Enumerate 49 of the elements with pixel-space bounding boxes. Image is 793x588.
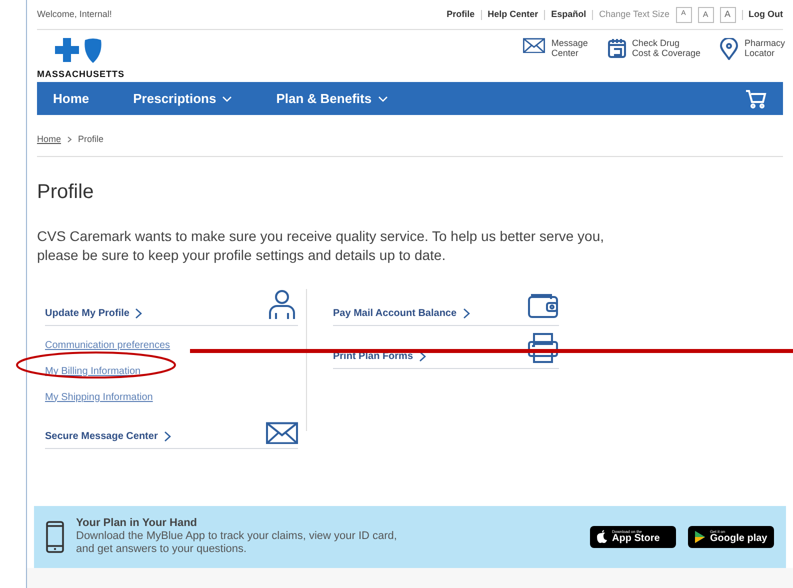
logo-text: MASSACHUSETTS	[37, 68, 125, 81]
printer-icon	[527, 332, 559, 364]
banner-text: Download the MyBlue App to track your claims, view your ID card, and get answers to your questions.	[76, 530, 398, 556]
apple-icon	[596, 530, 608, 544]
badge-text: App Store	[612, 534, 660, 544]
chevron-right-icon	[419, 350, 426, 362]
quick-link[interactable]: Message Center	[523, 38, 588, 58]
nav-item[interactable]: Home	[53, 88, 90, 108]
text-size-button[interactable]: A	[698, 6, 714, 22]
chevron-right-icon	[164, 430, 171, 442]
chevron-right-icon	[462, 308, 470, 318]
welcome-text: Welcome, Internal!	[37, 8, 112, 21]
play-icon	[694, 530, 706, 544]
logout-link[interactable]: Log Out	[748, 8, 783, 22]
person-icon	[266, 288, 298, 320]
page-title: Profile	[37, 180, 95, 204]
quick-link[interactable]: Check Drug Cost & Coverage	[608, 38, 700, 58]
top-link[interactable]: Profile	[446, 8, 475, 22]
quick-link[interactable]: Pharmacy Locator	[720, 38, 785, 60]
intro-text: CVS Caremark wants to make sure you receive quality service. To help us better serve you, please be sure to keep your profile settings and details up to date.	[37, 226, 605, 264]
envelope-icon	[266, 422, 298, 444]
profile-sublink[interactable]: Communication preferences	[45, 340, 170, 350]
quick-link-text: Check Drug	[632, 38, 680, 48]
nav-item[interactable]: Prescriptions	[133, 88, 232, 108]
envelope-icon	[523, 38, 546, 54]
quick-link-text: Pharmacy	[744, 38, 785, 48]
card-link[interactable]: Update My Profile	[45, 306, 142, 320]
banner-title: Your Plan in Your Hand	[76, 517, 198, 530]
quick-link-text: Cost & Coverage	[632, 48, 700, 58]
text-size-button[interactable]: A	[720, 6, 736, 22]
location-pin-icon	[720, 38, 738, 60]
quick-link-text: Center	[551, 48, 580, 58]
text-size-label: Change Text Size	[599, 8, 670, 21]
nav-item[interactable]: Plan & Benefits	[276, 88, 388, 108]
quick-link-text: Message	[551, 38, 588, 48]
top-link[interactable]: Español	[551, 8, 586, 22]
card-link[interactable]: Secure Message Center	[45, 428, 171, 444]
chevron-right-icon	[135, 308, 142, 318]
calendar-icon	[608, 38, 626, 58]
badge-text: Google play	[710, 534, 768, 544]
phone-icon	[46, 520, 64, 552]
breadcrumb-item[interactable]: Profile	[78, 133, 104, 146]
profile-sublink[interactable]: My Shipping Information	[45, 392, 153, 402]
cart-icon[interactable]	[745, 88, 767, 108]
top-link[interactable]: Help Center	[488, 8, 538, 22]
quick-link-text: Locator	[744, 48, 776, 58]
card-link[interactable]: Pay Mail Account Balance	[333, 306, 470, 320]
breadcrumb-item[interactable]: Home	[37, 133, 62, 146]
breadcrumb-chevron-icon	[67, 136, 72, 144]
